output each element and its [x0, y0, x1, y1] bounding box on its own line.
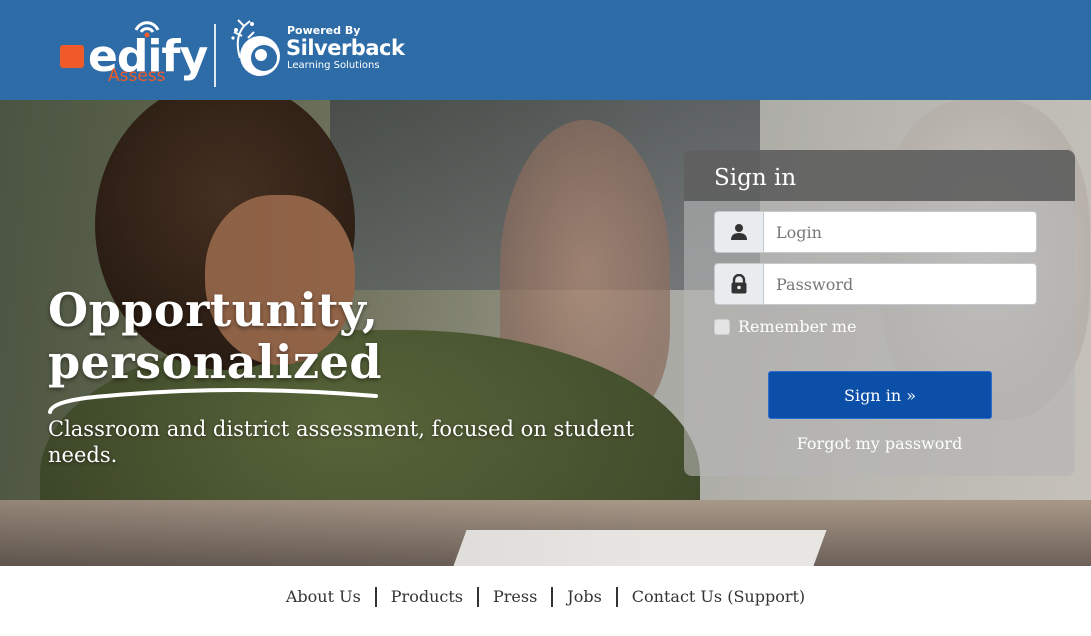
- forgot-password-link[interactable]: Forgot my password: [684, 434, 1075, 453]
- site-footer: About Us Products Press Jobs Contact Us …: [0, 566, 1091, 636]
- remember-me[interactable]: Remember me: [714, 317, 856, 336]
- signin-card: Sign in Remember me: [684, 150, 1075, 476]
- headline-underline-swoosh: [48, 388, 378, 414]
- signin-button[interactable]: Sign in »: [768, 371, 992, 419]
- footer-link-jobs[interactable]: Jobs: [553, 586, 616, 608]
- footer-nav: About Us Products Press Jobs Contact Us …: [0, 586, 1091, 608]
- brand-sub: Assess: [108, 66, 166, 86]
- gorilla-tree-icon: [231, 19, 280, 76]
- lock-icon: [714, 263, 763, 305]
- login-input[interactable]: [763, 211, 1037, 253]
- footer-link-contact[interactable]: Contact Us (Support): [618, 586, 819, 608]
- edify-square-mark: [60, 45, 84, 68]
- remember-label: Remember me: [738, 317, 857, 336]
- partner-sub: Learning Solutions: [287, 60, 380, 71]
- footer-link-about[interactable]: About Us: [272, 586, 375, 608]
- hero-tagline: Classroom and district assessment, focus…: [48, 417, 635, 467]
- partner-name: Silverback: [286, 36, 405, 60]
- logo-divider: [214, 24, 216, 87]
- hero-headline: Opportunity, personalized: [48, 284, 468, 388]
- signin-header: Sign in: [684, 150, 1075, 201]
- headline-line-1: Opportunity,: [48, 283, 379, 337]
- password-input[interactable]: [763, 263, 1037, 305]
- headline-line-2: personalized: [48, 335, 382, 389]
- user-icon: [714, 211, 763, 253]
- signin-title: Sign in: [714, 165, 797, 191]
- footer-link-products[interactable]: Products: [377, 586, 477, 608]
- edify-assess-logo[interactable]: edify Assess: [58, 18, 208, 88]
- password-field-group: [714, 263, 1037, 305]
- signin-form: Remember me Sign in » Forgot my password: [684, 201, 1075, 476]
- footer-link-press[interactable]: Press: [479, 586, 551, 608]
- remember-checkbox[interactable]: [714, 318, 730, 335]
- site-header: edify Assess Powered By Silverback Learn…: [0, 0, 1091, 100]
- login-field-group: [714, 211, 1037, 253]
